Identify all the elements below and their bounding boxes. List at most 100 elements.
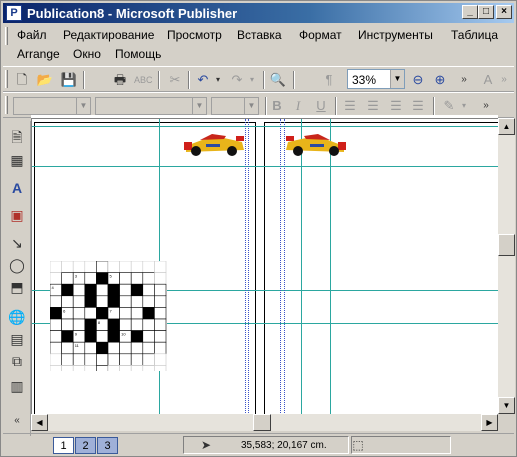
special-characters-icon[interactable]: ¶ [320, 71, 338, 89]
chevron-down-icon[interactable]: ▼ [76, 98, 90, 114]
print-icon[interactable]: 🖶 [111, 71, 129, 89]
ruler-guide[interactable] [330, 119, 331, 414]
publication-workspace[interactable]: 3 5 4 6 7 8 9 10 11 [31, 118, 498, 414]
maximize-button[interactable]: □ [478, 5, 494, 19]
menu-grip[interactable] [5, 27, 8, 45]
text-box-icon[interactable]: 🗎 [7, 127, 27, 147]
cut-icon[interactable]: ✂ [166, 71, 184, 89]
crossword-cell [119, 295, 132, 308]
crossword-cell [72, 283, 86, 297]
scroll-down-icon[interactable]: ▼ [498, 397, 515, 414]
save-icon[interactable]: 💾 [60, 71, 78, 89]
table-icon[interactable]: ▦ [7, 150, 27, 170]
menu-arrange[interactable]: Arrange [15, 47, 62, 61]
ruler-guide[interactable] [32, 126, 498, 127]
formatting-toolbar-grip[interactable] [5, 96, 8, 114]
scroll-up-icon[interactable]: ▲ [498, 118, 515, 135]
race-car-image[interactable] [182, 130, 246, 158]
scroll-right-icon[interactable]: ▶ [481, 414, 498, 431]
italic-button[interactable]: I [289, 97, 307, 115]
menu-file[interactable]: Файл [15, 28, 49, 42]
form-control-icon[interactable]: ▤ [7, 329, 27, 349]
menu-view[interactable]: Просмотр [165, 28, 224, 42]
page-tab-2[interactable]: 2 [75, 437, 96, 454]
ruler-guide[interactable] [32, 166, 498, 167]
picture-frame-icon[interactable]: ▣ [7, 205, 27, 225]
crossword-blank-cell [84, 261, 97, 273]
horizontal-scrollbar[interactable]: ◀ ▶ [31, 414, 498, 431]
menu-edit[interactable]: Редактирование [61, 28, 156, 42]
chevron-down-icon[interactable]: ▼ [390, 70, 404, 88]
crossword-cell [72, 295, 86, 308]
zoom-in-icon[interactable]: ⊕ [431, 71, 449, 89]
zoom-value: 33% [352, 73, 377, 87]
new-icon[interactable]: 🗋 [13, 71, 31, 89]
page-tab-3[interactable]: 3 [97, 437, 118, 454]
align-left-icon[interactable]: ☰ [341, 97, 359, 115]
undo-dropdown-icon[interactable]: ▾ [209, 71, 227, 89]
vertical-scrollbar[interactable]: ▲ ▼ [498, 118, 515, 414]
horizontal-scroll-thumb[interactable] [253, 414, 271, 431]
race-car-image[interactable] [284, 130, 348, 158]
formatting-more-icon[interactable]: » [477, 97, 495, 115]
crossword-blank-cell [50, 261, 62, 273]
chevron-down-icon[interactable]: ▼ [192, 98, 206, 114]
align-right-icon[interactable]: ☰ [387, 97, 405, 115]
menu-table[interactable]: Таблица [449, 28, 500, 42]
more-tools-icon[interactable]: « [7, 411, 27, 431]
standard-toolbar-grip[interactable] [5, 70, 8, 88]
scroll-left-icon[interactable]: ◀ [31, 414, 48, 431]
crossword-blank-cell [50, 365, 62, 371]
object-icon[interactable]: ⧉ [7, 351, 27, 371]
crossword-grid[interactable]: 3 546 789 1011 [50, 261, 167, 371]
design-gallery-icon[interactable]: ▥ [7, 376, 27, 396]
zoom-out-icon[interactable]: ⊖ [409, 71, 427, 89]
crossword-cell [142, 353, 155, 366]
crossword-blank-cell [119, 365, 132, 371]
ruler-guide[interactable] [301, 119, 302, 414]
web-icon[interactable]: 🌐 [7, 307, 27, 327]
redo-dropdown-icon[interactable]: ▾ [243, 71, 261, 89]
style-select[interactable]: ▼ [13, 97, 91, 115]
crossword-blank-cell [142, 365, 155, 371]
crossword-black-cell [61, 330, 74, 343]
publisher-app-icon[interactable]: P [6, 5, 22, 21]
crossword-cell [130, 353, 144, 366]
standard-toolbar: 🗋 📂 💾 🖶 ABC ✂ ↶ ▾ ↷ ▾ 🔍 ¶ 33% ▼ ⊖ ⊕ » A … [3, 66, 514, 92]
oval-icon[interactable]: ◯ [7, 255, 27, 275]
menu-insert[interactable]: Вставка [235, 28, 284, 42]
open-icon[interactable]: 📂 [36, 71, 54, 89]
wordart-icon[interactable]: A [7, 178, 27, 198]
bold-button[interactable]: B [268, 97, 286, 115]
crossword-cell [61, 341, 74, 355]
toolbar-overflow-icon[interactable]: » [495, 71, 513, 89]
chevron-down-icon[interactable]: ▼ [244, 98, 258, 114]
zoom-select[interactable]: 33% ▼ [347, 69, 405, 89]
vertical-scroll-thumb[interactable] [498, 234, 515, 256]
menu-window[interactable]: Окно [71, 47, 103, 61]
line-icon[interactable]: ↘ [7, 233, 27, 253]
margin-guide [245, 119, 246, 414]
close-button[interactable]: × [496, 5, 512, 19]
minimize-button[interactable]: _ [462, 5, 478, 19]
justify-icon[interactable]: ☰ [409, 97, 427, 115]
crossword-cell [154, 318, 167, 331]
autoshape-icon[interactable]: ⬒ [7, 277, 27, 297]
page-tab-1[interactable]: 1 [53, 437, 74, 454]
font-name-select[interactable]: ▼ [95, 97, 207, 115]
underline-button[interactable]: U [312, 97, 330, 115]
menu-format[interactable]: Формат [297, 28, 344, 42]
crossword-black-cell [50, 307, 62, 320]
fill-color-dropdown-icon[interactable]: ▾ [455, 97, 473, 115]
toolbar-more-icon[interactable]: » [455, 71, 473, 89]
crossword-black-cell [96, 272, 109, 285]
menu-tools[interactable]: Инструменты [356, 28, 435, 42]
crossword-blank-cell [61, 365, 74, 371]
align-center-icon[interactable]: ☰ [364, 97, 382, 115]
font-size-select[interactable]: ▼ [211, 97, 259, 115]
publisher-window: P Publication8 - Microsoft Publisher _ □… [0, 0, 517, 457]
spell-check-icon[interactable]: ABC [134, 71, 153, 89]
zoom-page-icon[interactable]: 🔍 [269, 71, 287, 89]
menu-help[interactable]: Помощь [113, 47, 163, 61]
crossword-cell [154, 307, 167, 320]
